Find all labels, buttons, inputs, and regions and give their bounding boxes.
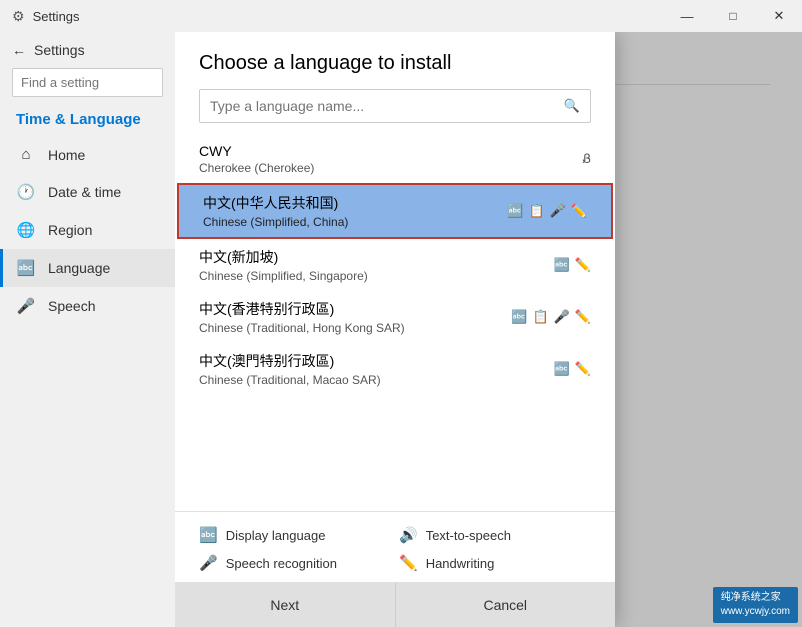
sidebar-nav-item-language[interactable]: 🔤 Language <box>0 249 175 287</box>
language-icon: 🔤 <box>16 259 36 277</box>
date-time-icon: 🕐 <box>16 183 36 201</box>
watermark-line2: www.ycwjy.com <box>721 605 790 619</box>
minimize-button[interactable]: — <box>664 0 710 32</box>
list-item[interactable]: 中文(澳門特别行政區) Chinese (Traditional, Macao … <box>175 343 615 395</box>
cancel-button[interactable]: Cancel <box>396 583 616 627</box>
text-icon: 🔤 <box>554 361 570 377</box>
lang-name-zhmo: 中文(澳門特别行政區) <box>199 351 381 371</box>
handwriting-icon: ✏️ <box>399 554 418 572</box>
feature-text-to-speech: 🔊 Text-to-speech <box>399 526 591 544</box>
dialog-search-input[interactable] <box>210 90 564 122</box>
language-list: CWY Cherokee (Cherokee) Ᏸ 中文(中华人 <box>175 135 615 511</box>
text-icon: 🔤 <box>507 203 523 219</box>
list-item[interactable]: 中文(新加坡) Chinese (Simplified, Singapore) … <box>175 239 615 291</box>
modal-overlay: Choose a language to install 🔍 CWY Che <box>175 32 802 627</box>
feature-label-speech: Speech recognition <box>226 556 337 571</box>
home-icon: ⌂ <box>16 146 36 163</box>
pen-icon: ✏️ <box>575 361 591 377</box>
feature-label-handwriting: Handwriting <box>426 556 495 571</box>
dialog-search-container[interactable]: 🔍 <box>199 89 591 123</box>
speech-icon: 🎤 <box>16 297 36 315</box>
text-to-speech-icon: 🔊 <box>399 526 418 544</box>
settings-app-icon: ⚙ <box>12 8 25 25</box>
lang-icons-zhcn: 🔤 📋 🎤 ✏️ <box>507 203 587 219</box>
window-controls: — □ ✕ <box>664 0 802 32</box>
feature-speech-recognition: 🎤 Speech recognition <box>199 554 391 572</box>
lang-icons-zhhk: 🔤 📋 🎤 ✏️ <box>511 309 591 325</box>
text-icon: 🔤 <box>554 257 570 273</box>
text-icon: Ᏸ <box>583 151 592 167</box>
sidebar: ← Settings Time & Language ⌂ Home 🕐 Date… <box>0 32 175 627</box>
mic-icon: 🎤 <box>554 309 570 325</box>
lang-code: CWY <box>199 143 314 159</box>
feature-handwriting: ✏️ Handwriting <box>399 554 591 572</box>
mic-icon: 🎤 <box>550 203 566 219</box>
sidebar-search-input[interactable] <box>21 69 154 96</box>
features-section: 🔤 Display language 🔊 Text-to-speech 🎤 Sp… <box>175 511 615 582</box>
lang-name-zhsg: 中文(新加坡) <box>199 247 368 267</box>
window-title-bar: ⚙ Settings <box>0 8 80 25</box>
sidebar-search-container[interactable] <box>12 68 163 97</box>
pen-icon: ✏️ <box>571 203 587 219</box>
lang-name-zhhk: 中文(香港特别行政區) <box>199 299 405 319</box>
main-content: r will appear in this anguage in the lis… <box>175 32 802 627</box>
pen-icon: ✏️ <box>575 257 591 273</box>
watermark-line1: 纯净系统之家 <box>721 591 790 605</box>
lang-icons-zhmo: 🔤 ✏️ <box>554 361 591 377</box>
sidebar-nav-item-date-time[interactable]: 🕐 Date & time <box>0 173 175 211</box>
sidebar-nav-item-home[interactable]: ⌂ Home <box>0 136 175 173</box>
pen-icon: ✏️ <box>575 309 591 325</box>
sidebar-nav-item-speech[interactable]: 🎤 Speech <box>0 287 175 325</box>
lang-icons-cwy: Ᏸ <box>583 151 592 167</box>
lang-subtitle-zhsg: Chinese (Simplified, Singapore) <box>199 269 368 283</box>
sidebar-section-label: Time & Language <box>0 105 175 136</box>
sidebar-item-label-language: Language <box>48 260 110 276</box>
feature-label-tts: Text-to-speech <box>426 528 511 543</box>
lang-subtitle-zhcn: Chinese (Simplified, China) <box>203 215 348 229</box>
settings-label: Settings <box>34 42 85 58</box>
lang-subtitle-zhhk: Chinese (Traditional, Hong Kong SAR) <box>199 321 405 335</box>
dialog-buttons: Next Cancel <box>175 582 615 627</box>
sidebar-nav-item-region[interactable]: 🌐 Region <box>0 211 175 249</box>
feature-display-language: 🔤 Display language <box>199 526 391 544</box>
display-language-icon: 🔤 <box>199 526 218 544</box>
lang-subtitle: Cherokee (Cherokee) <box>199 161 314 175</box>
list-item[interactable]: 中文(香港特别行政區) Chinese (Traditional, Hong K… <box>175 291 615 343</box>
dialog: Choose a language to install 🔍 CWY Che <box>175 32 615 627</box>
window-title: Settings <box>33 9 80 24</box>
next-button[interactable]: Next <box>175 583 396 627</box>
copy-icon: 📋 <box>528 203 544 219</box>
copy-icon: 📋 <box>532 309 548 325</box>
speech-recognition-icon: 🎤 <box>199 554 218 572</box>
sidebar-back-row[interactable]: ← Settings <box>0 32 175 64</box>
lang-subtitle-zhmo: Chinese (Traditional, Macao SAR) <box>199 373 381 387</box>
list-item[interactable]: CWY Cherokee (Cherokee) Ᏸ <box>175 135 615 183</box>
sidebar-item-label-date-time: Date & time <box>48 184 121 200</box>
list-item[interactable]: 中文(中华人民共和国) Chinese (Simplified, China) … <box>177 183 613 239</box>
close-button[interactable]: ✕ <box>756 0 802 32</box>
text-icon: 🔤 <box>511 309 527 325</box>
maximize-button[interactable]: □ <box>710 0 756 32</box>
region-icon: 🌐 <box>16 221 36 239</box>
lang-name-zhcn: 中文(中华人民共和国) <box>203 193 348 213</box>
sidebar-item-label-speech: Speech <box>48 298 95 314</box>
search-icon: 🔍 <box>564 98 580 114</box>
sidebar-item-label-home: Home <box>48 147 85 163</box>
watermark: 纯净系统之家 www.ycwjy.com <box>713 587 798 623</box>
sidebar-item-label-region: Region <box>48 222 92 238</box>
lang-icons-zhsg: 🔤 ✏️ <box>554 257 591 273</box>
back-icon: ← <box>12 42 26 58</box>
dialog-title: Choose a language to install <box>175 32 615 89</box>
feature-label-display: Display language <box>226 528 326 543</box>
